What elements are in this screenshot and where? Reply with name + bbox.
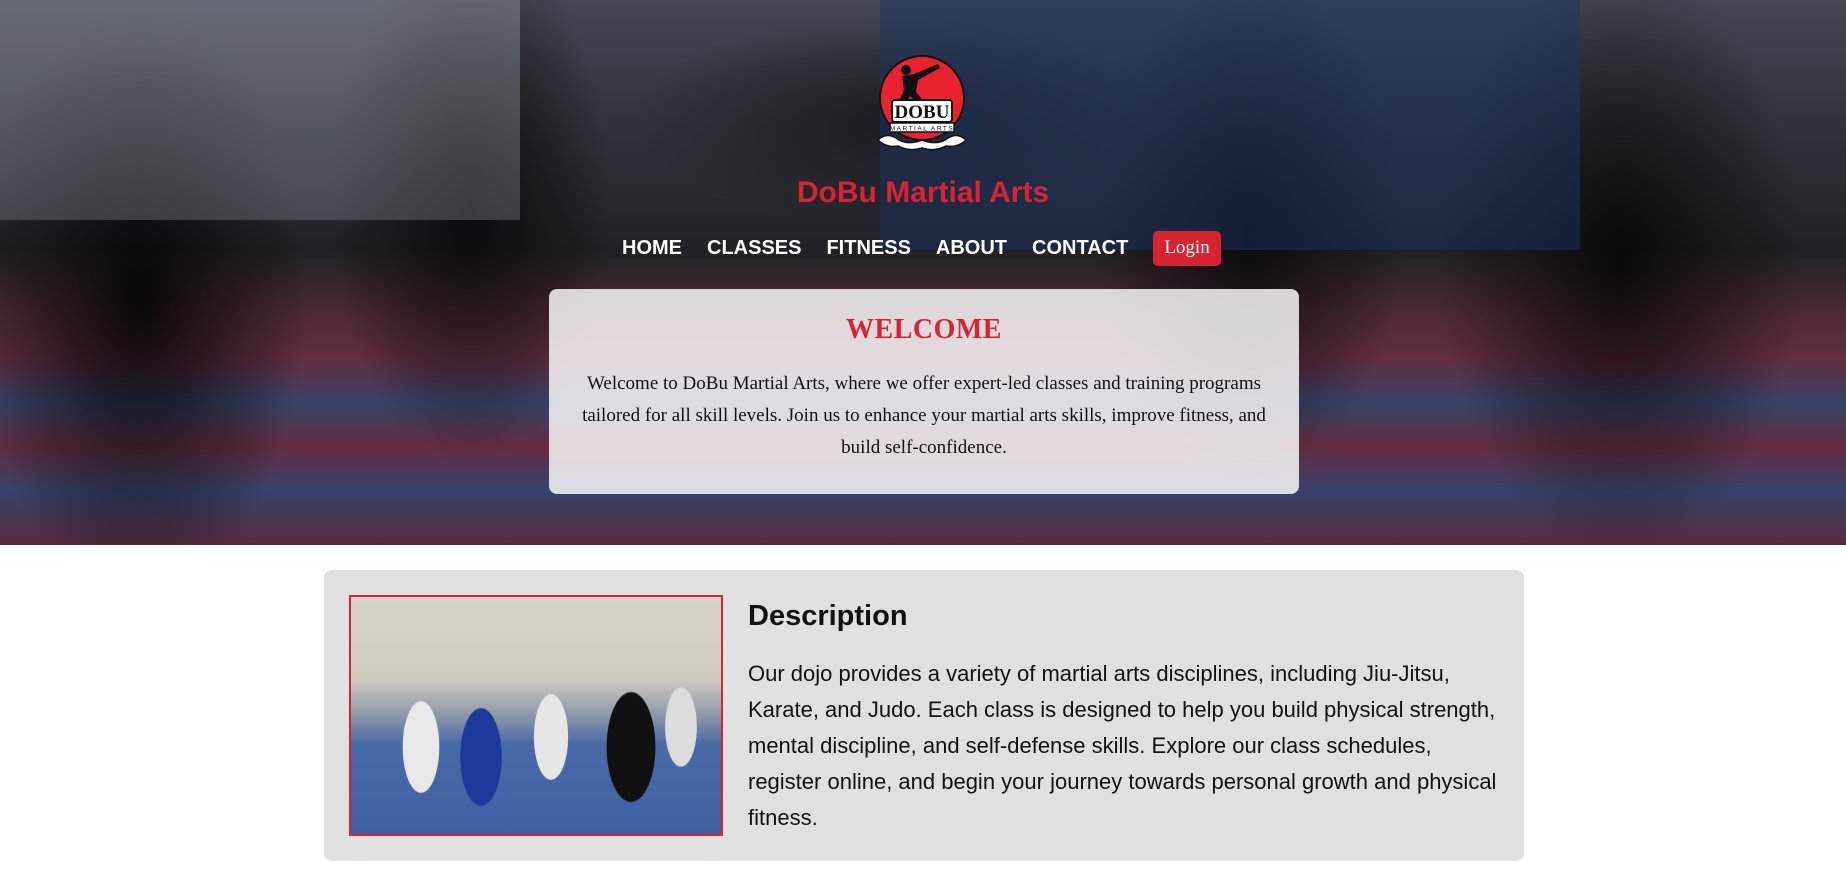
login-button[interactable]: Login — [1153, 230, 1221, 266]
description-card: Description Our dojo provides a variety … — [324, 570, 1524, 861]
logo-bottom-text: MARTIAL ARTS — [890, 126, 954, 133]
description-text: Our dojo provides a variety of martial a… — [748, 661, 1497, 830]
welcome-card: WELCOME Welcome to DoBu Martial Arts, wh… — [549, 289, 1299, 494]
site-title: DoBu Martial Arts — [796, 176, 1050, 209]
description-heading: Description — [748, 600, 908, 632]
main-nav: HOME CLASSES FITNESS ABOUT CONTACT Login — [622, 230, 1221, 266]
nav-contact-link[interactable]: CONTACT — [1032, 237, 1128, 260]
nav-fitness-link[interactable]: FITNESS — [826, 237, 910, 260]
nav-about-link[interactable]: ABOUT — [936, 237, 1007, 260]
hero-banner: DOBU MARTIAL ARTS DoBu Martial Arts HOME… — [0, 0, 1846, 545]
nav-classes-link[interactable]: CLASSES — [707, 237, 801, 260]
welcome-title: WELCOME — [846, 314, 1002, 345]
class-photo — [349, 595, 723, 836]
logo-top-text: DOBU — [895, 102, 950, 123]
nav-home-link[interactable]: HOME — [622, 237, 682, 260]
welcome-text: Welcome to DoBu Martial Arts, where we o… — [582, 373, 1266, 458]
dobu-logo[interactable]: DOBU MARTIAL ARTS — [866, 54, 978, 154]
